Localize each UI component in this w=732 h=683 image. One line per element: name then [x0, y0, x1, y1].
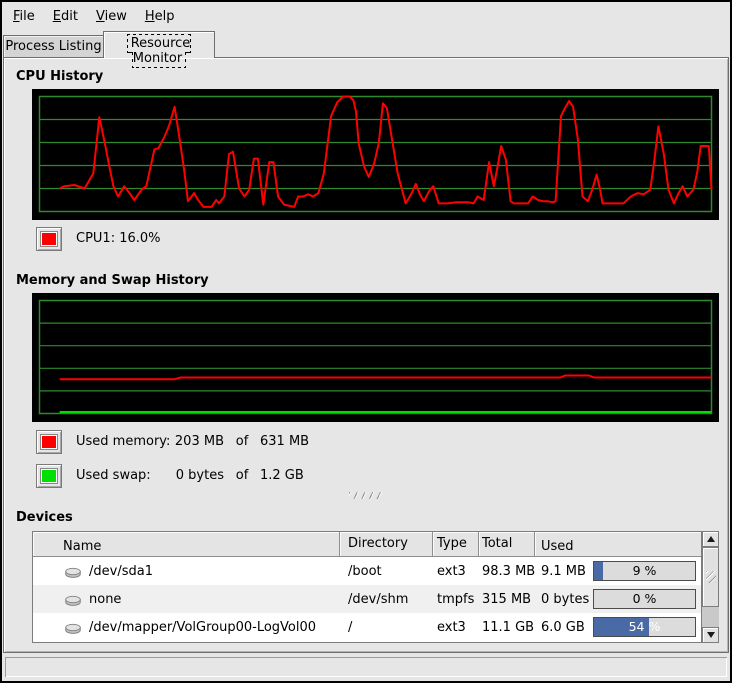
thumb-grip-icon — [706, 571, 716, 583]
device-type: ext3 — [433, 564, 479, 579]
scroll-down-button[interactable] — [702, 627, 719, 643]
used-swap-color-swatch[interactable] — [36, 464, 62, 488]
used-swap-total: 1.2 GB — [260, 467, 304, 485]
used-memory-value: 203 MB — [174, 433, 224, 451]
scrollbar-thumb[interactable] — [702, 547, 719, 607]
device-total: 98.3 MB — [479, 564, 535, 579]
devices-table-header: NameDirectoryTypeTotalUsed — [33, 532, 701, 557]
menu-help[interactable]: Help — [136, 4, 184, 29]
device-used-value: 0 bytes — [541, 592, 589, 607]
arrow-up-icon — [707, 536, 715, 542]
used-memory-of: of — [224, 433, 260, 451]
devices-title: Devices — [16, 510, 73, 525]
device-used-value: 9.1 MB — [541, 564, 586, 579]
menubar: FileEditViewHelp — [2, 2, 730, 30]
device-type: tmpfs — [433, 592, 479, 607]
used-memory-label: Used memory: — [76, 433, 174, 451]
devices-table-body: /dev/sda1/bootext398.3 MB9.1 MB9 %none/d… — [33, 557, 701, 641]
used-percent-bar: 9 % — [593, 561, 696, 581]
column-header-used[interactable]: Used — [535, 532, 701, 557]
used-percent-label: 54 % — [594, 619, 695, 634]
arrow-down-icon — [707, 632, 715, 638]
cpu1-color — [41, 232, 57, 246]
device-name-cell: /dev/mapper/VolGroup00-LogVol00 — [33, 620, 340, 635]
used-swap-color — [41, 469, 57, 483]
device-type: ext3 — [433, 620, 479, 635]
used-memory-legend: Used memory: 203 MB of 631 MB — [76, 433, 309, 451]
drive-icon — [63, 592, 83, 607]
scroll-up-button[interactable] — [702, 531, 719, 547]
device-directory: /dev/shm — [340, 592, 433, 607]
used-memory-color — [41, 435, 57, 449]
table-row[interactable]: none/dev/shmtmpfs315 MB 0 bytes 0 % — [33, 585, 701, 613]
used-memory-total: 631 MB — [260, 433, 309, 451]
used-swap-of: of — [224, 467, 260, 485]
statusbar — [5, 657, 727, 677]
used-percent-bar: 0 % — [593, 589, 696, 609]
devices-table: NameDirectoryTypeTotalUsed /dev/sda1/boo… — [32, 531, 719, 643]
memory-swap-title: Memory and Swap History — [16, 273, 209, 288]
splitter-grip-icon — [349, 492, 383, 499]
device-used-cell: 9.1 MB 9 % — [535, 561, 701, 581]
column-header-name[interactable]: Name — [33, 532, 340, 557]
used-swap-label: Used swap: — [76, 467, 174, 485]
cpu1-legend-label: CPU1: 16.0% — [76, 230, 161, 248]
used-percent-label: 0 % — [594, 591, 695, 606]
vertical-scrollbar[interactable] — [702, 531, 719, 643]
device-name-cell: none — [33, 592, 340, 607]
device-directory: /boot — [340, 564, 433, 579]
pane-splitter[interactable] — [4, 490, 728, 500]
menu-file[interactable]: File — [4, 4, 44, 29]
menu-edit[interactable]: Edit — [44, 4, 87, 29]
device-name-cell: /dev/sda1 — [33, 564, 340, 579]
tab-process-listing-label: Process Listing — [5, 39, 101, 54]
column-header-type[interactable]: Type — [433, 532, 479, 557]
tab-bar: Process Listing Resource Monitor — [2, 30, 730, 57]
used-percent-label: 9 % — [594, 563, 695, 578]
device-directory: / — [340, 620, 433, 635]
used-memory-color-swatch[interactable] — [36, 430, 62, 454]
system-monitor-window: FileEditViewHelp Process Listing Resourc… — [0, 0, 732, 683]
device-total: 11.1 GB — [479, 620, 535, 635]
tab-process-listing[interactable]: Process Listing — [3, 35, 104, 57]
device-used-value: 6.0 GB — [541, 620, 585, 635]
device-used-cell: 6.0 GB 54 % — [535, 617, 701, 637]
device-used-cell: 0 bytes 0 % — [535, 589, 701, 609]
resource-monitor-page: CPU History CPU1: 16.0% Memory and Swap … — [3, 57, 729, 653]
cpu-history-graph — [32, 89, 719, 220]
cpu-history-title: CPU History — [16, 69, 103, 84]
used-percent-bar: 54 % — [593, 617, 696, 637]
column-header-total[interactable]: Total — [479, 532, 535, 557]
device-name: none — [89, 592, 121, 607]
tab-resource-monitor[interactable]: Resource Monitor — [103, 31, 215, 58]
drive-icon — [63, 620, 83, 635]
device-name: /dev/mapper/VolGroup00-LogVol00 — [89, 620, 316, 635]
table-row[interactable]: /dev/sda1/bootext398.3 MB 9.1 MB 9 % — [33, 557, 701, 585]
drive-icon — [63, 564, 83, 579]
device-name: /dev/sda1 — [89, 564, 153, 579]
used-swap-value: 0 bytes — [174, 467, 224, 485]
tab-resource-monitor-label: Resource Monitor — [128, 35, 191, 67]
scrollbar-trough[interactable] — [702, 607, 719, 627]
memory-swap-graph — [32, 293, 719, 422]
cpu1-color-swatch[interactable] — [36, 227, 62, 251]
device-total: 315 MB — [479, 592, 535, 607]
used-swap-legend: Used swap: 0 bytes of 1.2 GB — [76, 467, 304, 485]
menu-view[interactable]: View — [87, 4, 136, 29]
column-header-directory[interactable]: Directory — [340, 532, 433, 557]
table-row[interactable]: /dev/mapper/VolGroup00-LogVol00 /ext311.1… — [33, 613, 701, 641]
